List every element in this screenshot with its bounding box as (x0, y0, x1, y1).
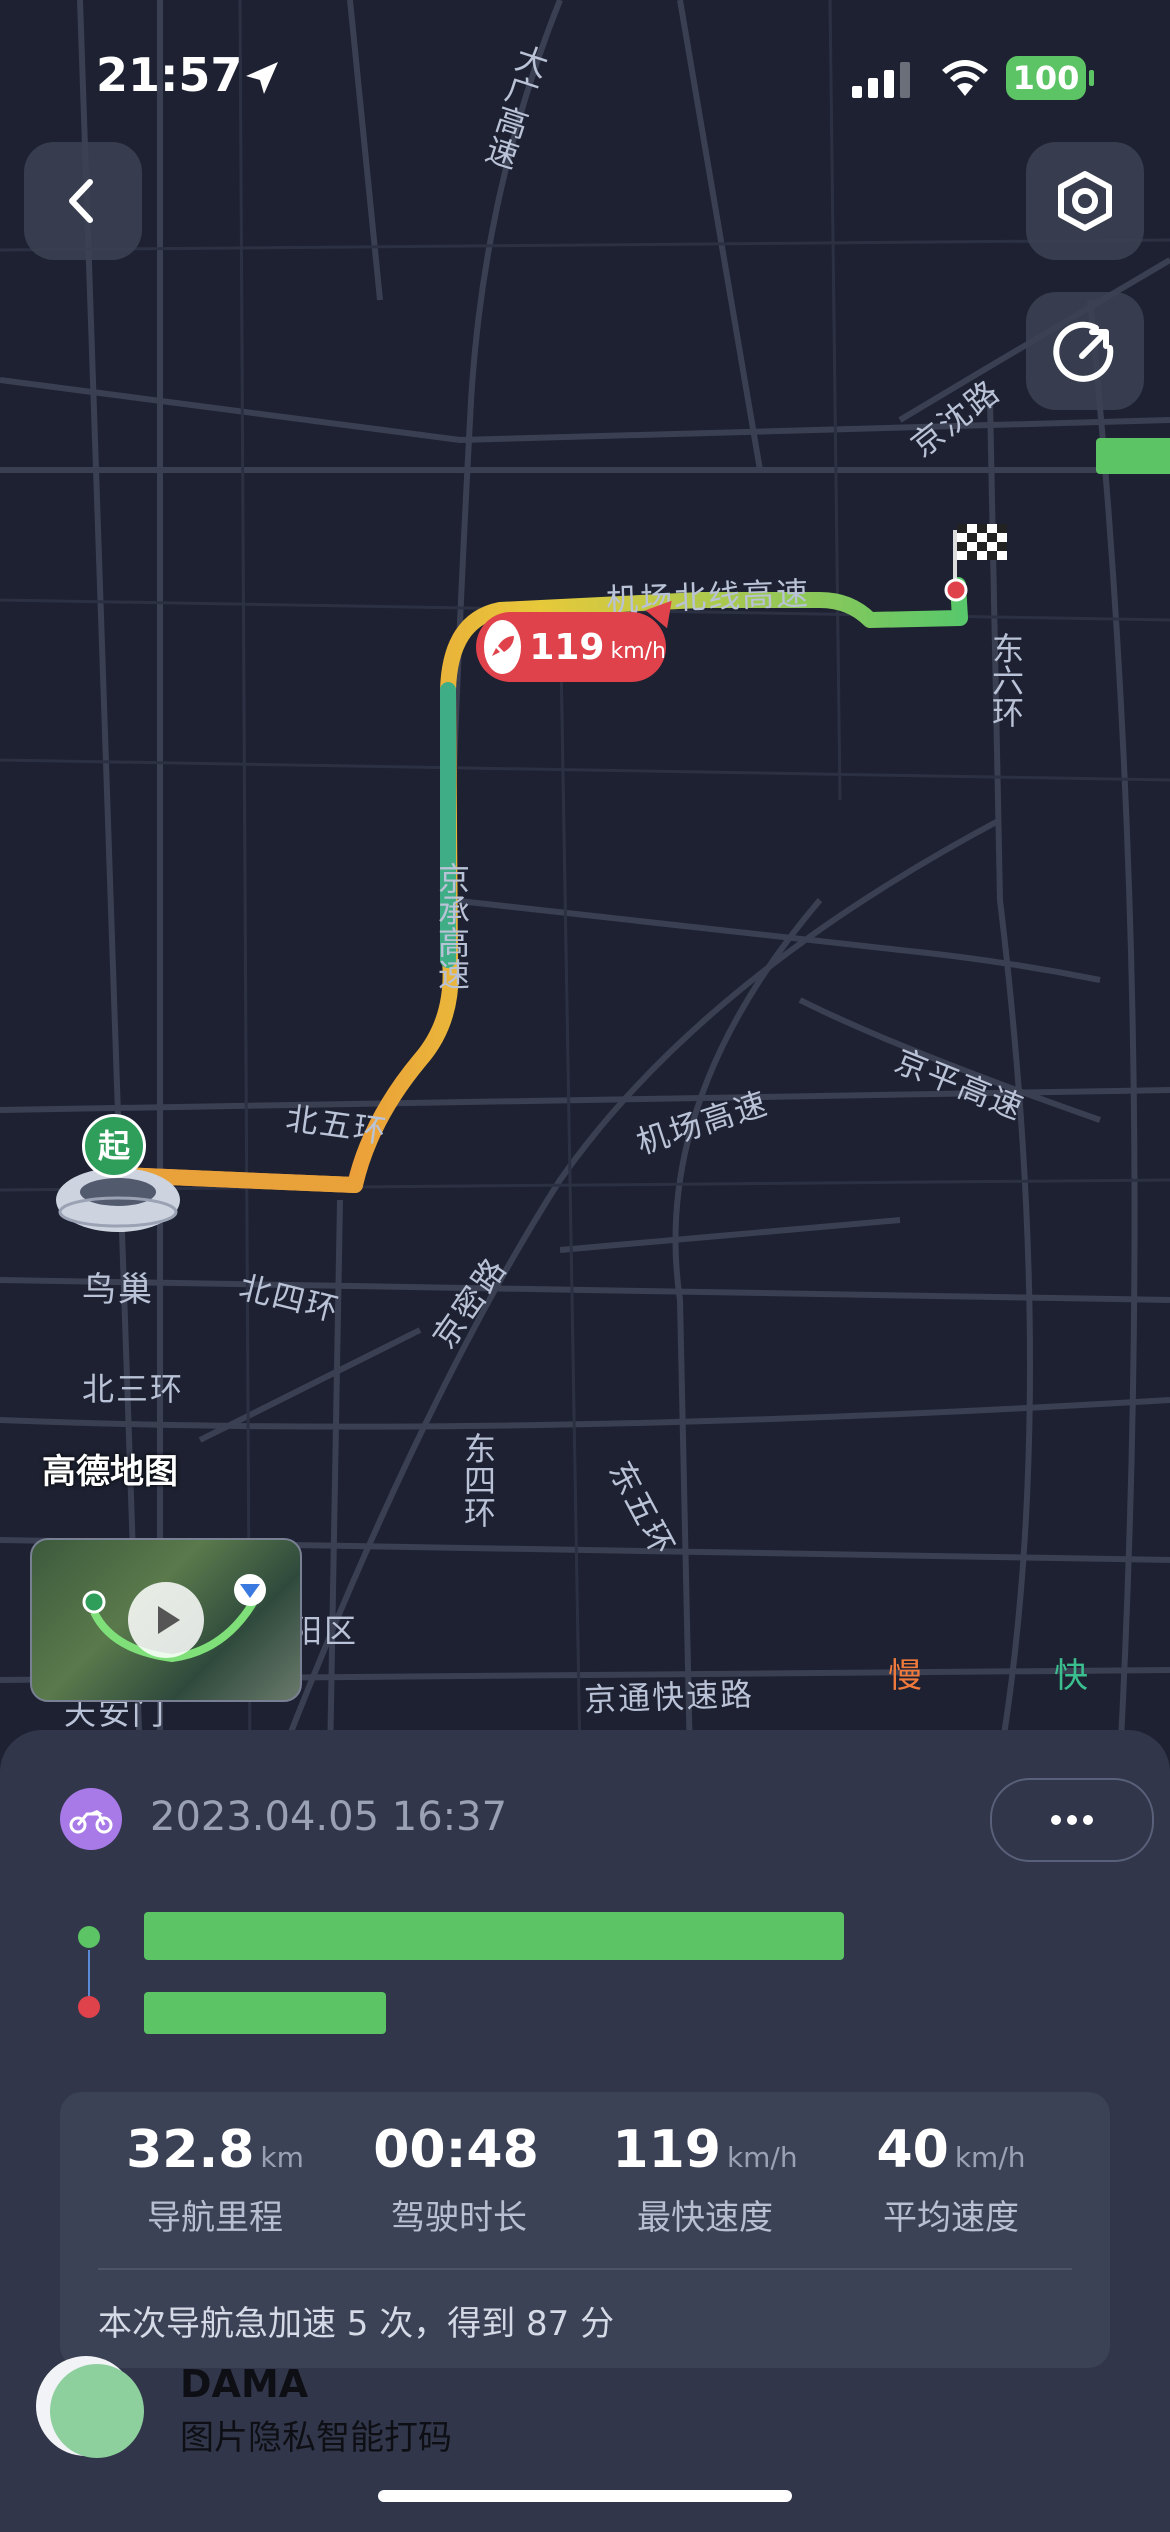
back-chevron-icon (69, 179, 93, 223)
origin-address-redacted (144, 1912, 844, 1960)
cellular-signal-icon (852, 60, 916, 104)
stat-max-speed-label: 最快速度 (637, 2198, 773, 2238)
destination-dot (78, 1996, 100, 2018)
map-label-jingtong: 京通快速路 (583, 1675, 755, 1719)
max-speed-bubble: 119 km/h (476, 612, 666, 682)
origin-dot (78, 1926, 100, 1948)
stat-distance-value: 32.8 (126, 2120, 255, 2180)
stat-max-speed-value: 119 (612, 2120, 721, 2180)
stat-max-speed-unit: km/h (726, 2141, 798, 2174)
location-arrow-icon (242, 58, 282, 102)
battery-indicator: 100 (1006, 56, 1086, 100)
trip-summary: 本次导航急加速 5 次，得到 87 分 (98, 2304, 615, 2344)
settings-button[interactable] (1026, 142, 1144, 260)
hexagon-settings-icon (1058, 171, 1112, 231)
map-canvas[interactable] (0, 0, 1170, 1760)
stat-avg-speed-label: 平均速度 (883, 2198, 1019, 2238)
dama-logo-icon (50, 2364, 144, 2458)
stat-distance-label: 导航里程 (147, 2198, 283, 2238)
play-icon[interactable] (128, 1582, 204, 1658)
stat-duration-label: 驾驶时长 (391, 2198, 527, 2238)
share-icon (1053, 321, 1114, 382)
end-point-marker (944, 578, 968, 602)
destination-address-redacted (144, 1992, 386, 2034)
home-indicator[interactable] (378, 2490, 792, 2502)
gaode-map-logo: 高德地图 (42, 1452, 178, 1492)
watermark-title: DAMA (180, 2362, 309, 2406)
map-label-dongliu: 东六环 (987, 632, 1025, 728)
stat-avg-speed-unit: km/h (954, 2141, 1026, 2174)
stat-distance-unit: km (260, 2141, 304, 2174)
stats-divider (98, 2268, 1072, 2270)
stat-duration-value: 00:48 (373, 2120, 539, 2180)
watermark-subtitle: 图片隐私智能打码 (180, 2418, 452, 2458)
more-dots-icon (1051, 1815, 1093, 1825)
more-options-button[interactable] (990, 1778, 1154, 1862)
route-connector-line (88, 1950, 90, 1998)
start-marker: 起 (82, 1114, 146, 1178)
stat-avg-speed-value: 40 (876, 2120, 949, 2180)
wifi-icon (938, 56, 992, 102)
legend-fast-label: 快 (1054, 1656, 1088, 1696)
status-time: 21:57 (96, 48, 243, 102)
map-label-dongsi: 东四环 (459, 1432, 497, 1528)
map-label-niaochao: 鸟巢 (82, 1270, 154, 1310)
map-label-jingcheng: 京承高速 (433, 862, 471, 990)
max-speed-unit: km/h (610, 638, 666, 664)
rocket-icon (484, 620, 522, 674)
map-label-beisan: 北三环 (82, 1370, 185, 1408)
max-speed-value: 119 (529, 626, 605, 668)
trip-datetime: 2023.04.05 16:37 (150, 1794, 508, 1840)
route-replay-thumbnail[interactable] (30, 1538, 302, 1702)
back-button[interactable] (24, 142, 142, 260)
stat-duration: 00:48 驾驶时长 (334, 2120, 584, 2239)
stat-avg-speed: 40 km/h 平均速度 (826, 2120, 1076, 2239)
legend-slow-label: 慢 (888, 1656, 922, 1696)
stat-distance: 32.8 km 导航里程 (90, 2120, 340, 2239)
motorcycle-icon (60, 1788, 122, 1850)
share-button[interactable] (1026, 292, 1144, 410)
stat-max-speed: 119 km/h 最快速度 (580, 2120, 830, 2239)
